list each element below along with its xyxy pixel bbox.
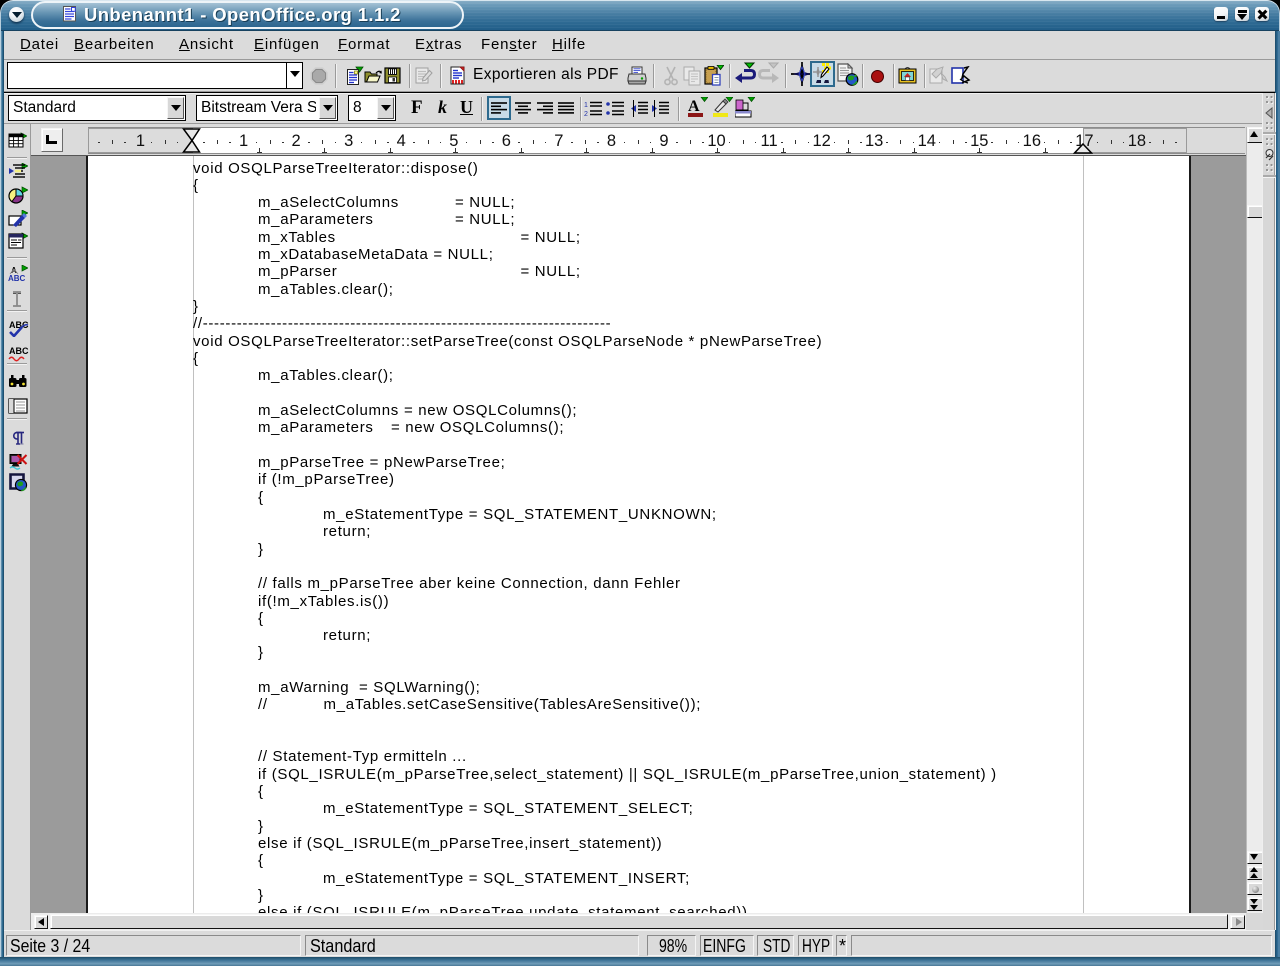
svg-text:ABC: ABC <box>8 274 26 282</box>
svg-text:1: 1 <box>584 102 588 109</box>
svg-text:2: 2 <box>584 111 588 117</box>
svg-text:A: A <box>688 98 700 115</box>
svg-text:ABC: ABC <box>9 346 29 356</box>
